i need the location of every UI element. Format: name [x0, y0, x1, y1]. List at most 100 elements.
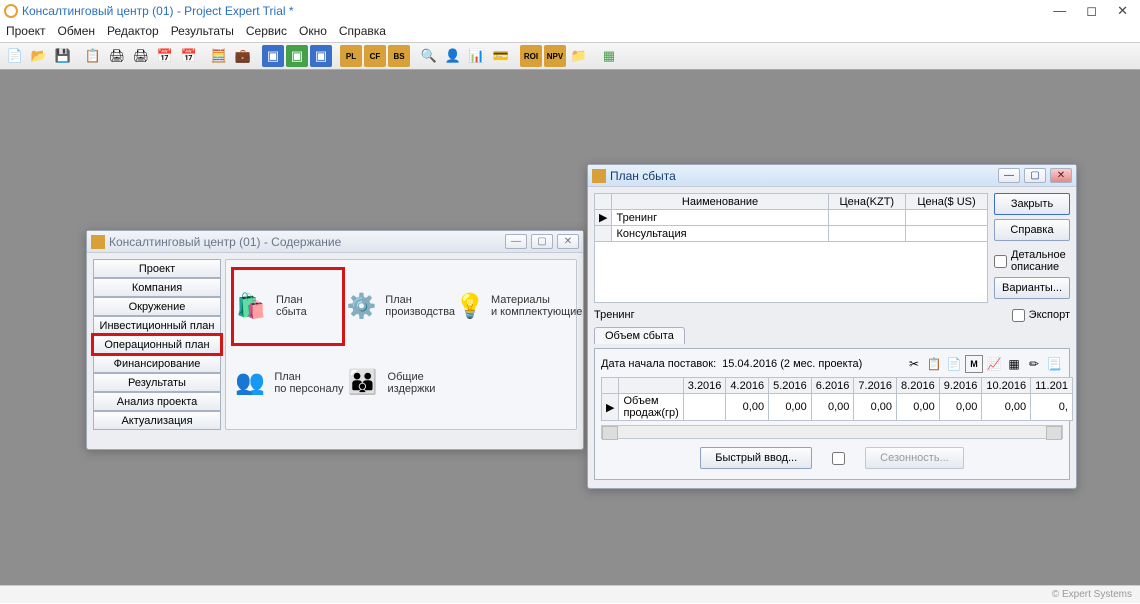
- menu-exchange[interactable]: Обмен: [58, 24, 96, 38]
- bulb-icon: 💡: [455, 287, 485, 325]
- products-table[interactable]: Наименование Цена(KZT) Цена($ US) ▶ Трен…: [594, 193, 988, 242]
- sheet-icon[interactable]: 📃: [1045, 355, 1063, 373]
- sales-maximize-button[interactable]: ▢: [1024, 168, 1046, 183]
- m-icon[interactable]: M: [965, 355, 983, 373]
- toolbar-bs-icon[interactable]: BS: [388, 45, 410, 67]
- selected-product: Тренинг: [594, 307, 1006, 323]
- sales-minimize-button[interactable]: —: [998, 168, 1020, 183]
- toolbar-grid-icon[interactable]: ▦: [598, 45, 620, 67]
- toolbar-print-icon[interactable]: 🖨: [106, 45, 128, 67]
- toolbar-open-icon[interactable]: 📂: [28, 45, 50, 67]
- cell-name-1[interactable]: Консультация: [612, 226, 828, 242]
- tab-project[interactable]: Проект: [93, 259, 221, 278]
- sales-close-button[interactable]: ✕: [1050, 168, 1072, 183]
- quick-input-button[interactable]: Быстрый ввод...: [700, 447, 812, 469]
- toolbar-print2-icon[interactable]: 🖨: [130, 45, 152, 67]
- cut-icon[interactable]: ✂: [905, 355, 923, 373]
- menu-editor[interactable]: Редактор: [107, 24, 159, 38]
- toolbar-clipboard-icon[interactable]: 📋: [82, 45, 104, 67]
- menu-results[interactable]: Результаты: [171, 24, 234, 38]
- toolbar-card-icon[interactable]: 💳: [490, 45, 512, 67]
- item-staff-plan[interactable]: 👥 План по персоналу: [232, 345, 344, 422]
- chart-icon[interactable]: 📈: [985, 355, 1003, 373]
- group-icon: 👪: [344, 364, 382, 402]
- item-production-plan[interactable]: ⚙️ План производства: [344, 268, 456, 345]
- detail-checkbox[interactable]: Детальное описание: [994, 249, 1070, 273]
- content-maximize-button[interactable]: ▢: [531, 234, 553, 249]
- mini-toolbar: ✂ 📋 📄 M 📈 ▦ ✏ 📃: [905, 355, 1063, 373]
- help-button[interactable]: Справка: [994, 219, 1070, 241]
- variants-button[interactable]: Варианты...: [994, 277, 1070, 299]
- sales-title: План сбыта: [610, 169, 676, 183]
- toolbar-person-icon[interactable]: 👤: [442, 45, 464, 67]
- tab-company[interactable]: Компания: [93, 278, 221, 297]
- edit-icon[interactable]: ✏: [1025, 355, 1043, 373]
- season-checkbox[interactable]: [832, 452, 845, 465]
- toolbar-calendar2-icon[interactable]: 📅: [178, 45, 200, 67]
- cell-kzt-0[interactable]: [828, 210, 905, 226]
- toolbar-npv-icon[interactable]: NPV: [544, 45, 566, 67]
- copy-icon[interactable]: 📋: [925, 355, 943, 373]
- tab-financing[interactable]: Финансирование: [93, 354, 221, 373]
- toolbar-chart-icon[interactable]: 📊: [466, 45, 488, 67]
- close-button[interactable]: Закрыть: [994, 193, 1070, 215]
- menu-project[interactable]: Проект: [6, 24, 46, 38]
- close-button[interactable]: ✕: [1117, 3, 1128, 19]
- content-window: Консалтинговый центр (01) - Содержание —…: [86, 230, 584, 450]
- toolbar-roi-icon[interactable]: ROI: [520, 45, 542, 67]
- menu-service[interactable]: Сервис: [246, 24, 287, 38]
- item-sales-plan[interactable]: 🛍️ План сбыта: [232, 268, 344, 345]
- people-icon: 👥: [232, 364, 268, 402]
- cube-icon: [91, 235, 105, 249]
- toolbar-folder-icon[interactable]: 📁: [568, 45, 590, 67]
- content-close-button[interactable]: ✕: [557, 234, 579, 249]
- maximize-button[interactable]: ◻: [1086, 3, 1097, 19]
- date-value: 15.04.2016 (2 мес. проекта): [722, 358, 862, 370]
- toolbar-calc-icon[interactable]: 🧮: [208, 45, 230, 67]
- toolbar-cf-icon[interactable]: CF: [364, 45, 386, 67]
- item-cost-label: Общие издержки: [388, 371, 436, 395]
- item-prod-label: План производства: [385, 294, 455, 318]
- toolbar-save-icon[interactable]: 💾: [52, 45, 74, 67]
- toolbar-new-icon[interactable]: 📄: [4, 45, 26, 67]
- paste-icon[interactable]: 📄: [945, 355, 963, 373]
- tab-investment-plan[interactable]: Инвестиционный план: [93, 316, 221, 335]
- menu-help[interactable]: Справка: [339, 24, 386, 38]
- toolbar-calendar-icon[interactable]: 📅: [154, 45, 176, 67]
- sales-window: План сбыта — ▢ ✕ Наименование Цена(KZT) …: [587, 164, 1077, 489]
- cell-name-0[interactable]: Тренинг: [612, 210, 828, 226]
- cell-usd-0[interactable]: [906, 210, 988, 226]
- cell-usd-1[interactable]: [906, 226, 988, 242]
- sales-tabstrip: Объем сбыта: [594, 327, 1070, 344]
- tab-actualization[interactable]: Актуализация: [93, 411, 221, 430]
- content-titlebar[interactable]: Консалтинговый центр (01) - Содержание —…: [87, 231, 583, 253]
- toolbar-pl-icon[interactable]: PL: [340, 45, 362, 67]
- tab-volume[interactable]: Объем сбыта: [594, 327, 685, 344]
- tab-environment[interactable]: Окружение: [93, 297, 221, 316]
- detail-checkbox-input[interactable]: [994, 255, 1007, 268]
- toolbar-box3-icon[interactable]: ▣: [310, 45, 332, 67]
- table-icon[interactable]: ▦: [1005, 355, 1023, 373]
- item-overhead[interactable]: 👪 Общие издержки: [344, 345, 456, 422]
- export-checkbox[interactable]: [1012, 309, 1025, 322]
- cell-kzt-1[interactable]: [828, 226, 905, 242]
- seasonality-button[interactable]: Сезонность...: [865, 447, 964, 469]
- toolbar-box2-icon[interactable]: ▣: [286, 45, 308, 67]
- item-materials[interactable]: 💡 Материалы и комплектующие: [455, 268, 567, 345]
- toolbar-briefcase-icon[interactable]: 💼: [232, 45, 254, 67]
- tab-analysis[interactable]: Анализ проекта: [93, 392, 221, 411]
- nav-tabs: Проект Компания Окружение Инвестиционный…: [93, 259, 221, 430]
- menu-window[interactable]: Окно: [299, 24, 327, 38]
- tab-results[interactable]: Результаты: [93, 373, 221, 392]
- volume-table[interactable]: 3.2016 4.2016 5.2016 6.2016 7.2016 8.201…: [601, 377, 1073, 421]
- menubar: Проект Обмен Редактор Результаты Сервис …: [0, 22, 1140, 42]
- item-sales-label: План сбыта: [276, 294, 307, 318]
- content-minimize-button[interactable]: —: [505, 234, 527, 249]
- tab-operational-plan[interactable]: Операционный план: [93, 335, 221, 354]
- toolbar-search-icon[interactable]: 🔍: [418, 45, 440, 67]
- volume-hscroll[interactable]: [601, 425, 1063, 439]
- item-staff-label: План по персоналу: [274, 371, 343, 395]
- sales-titlebar[interactable]: План сбыта — ▢ ✕: [588, 165, 1076, 187]
- minimize-button[interactable]: —: [1053, 3, 1066, 19]
- toolbar-box1-icon[interactable]: ▣: [262, 45, 284, 67]
